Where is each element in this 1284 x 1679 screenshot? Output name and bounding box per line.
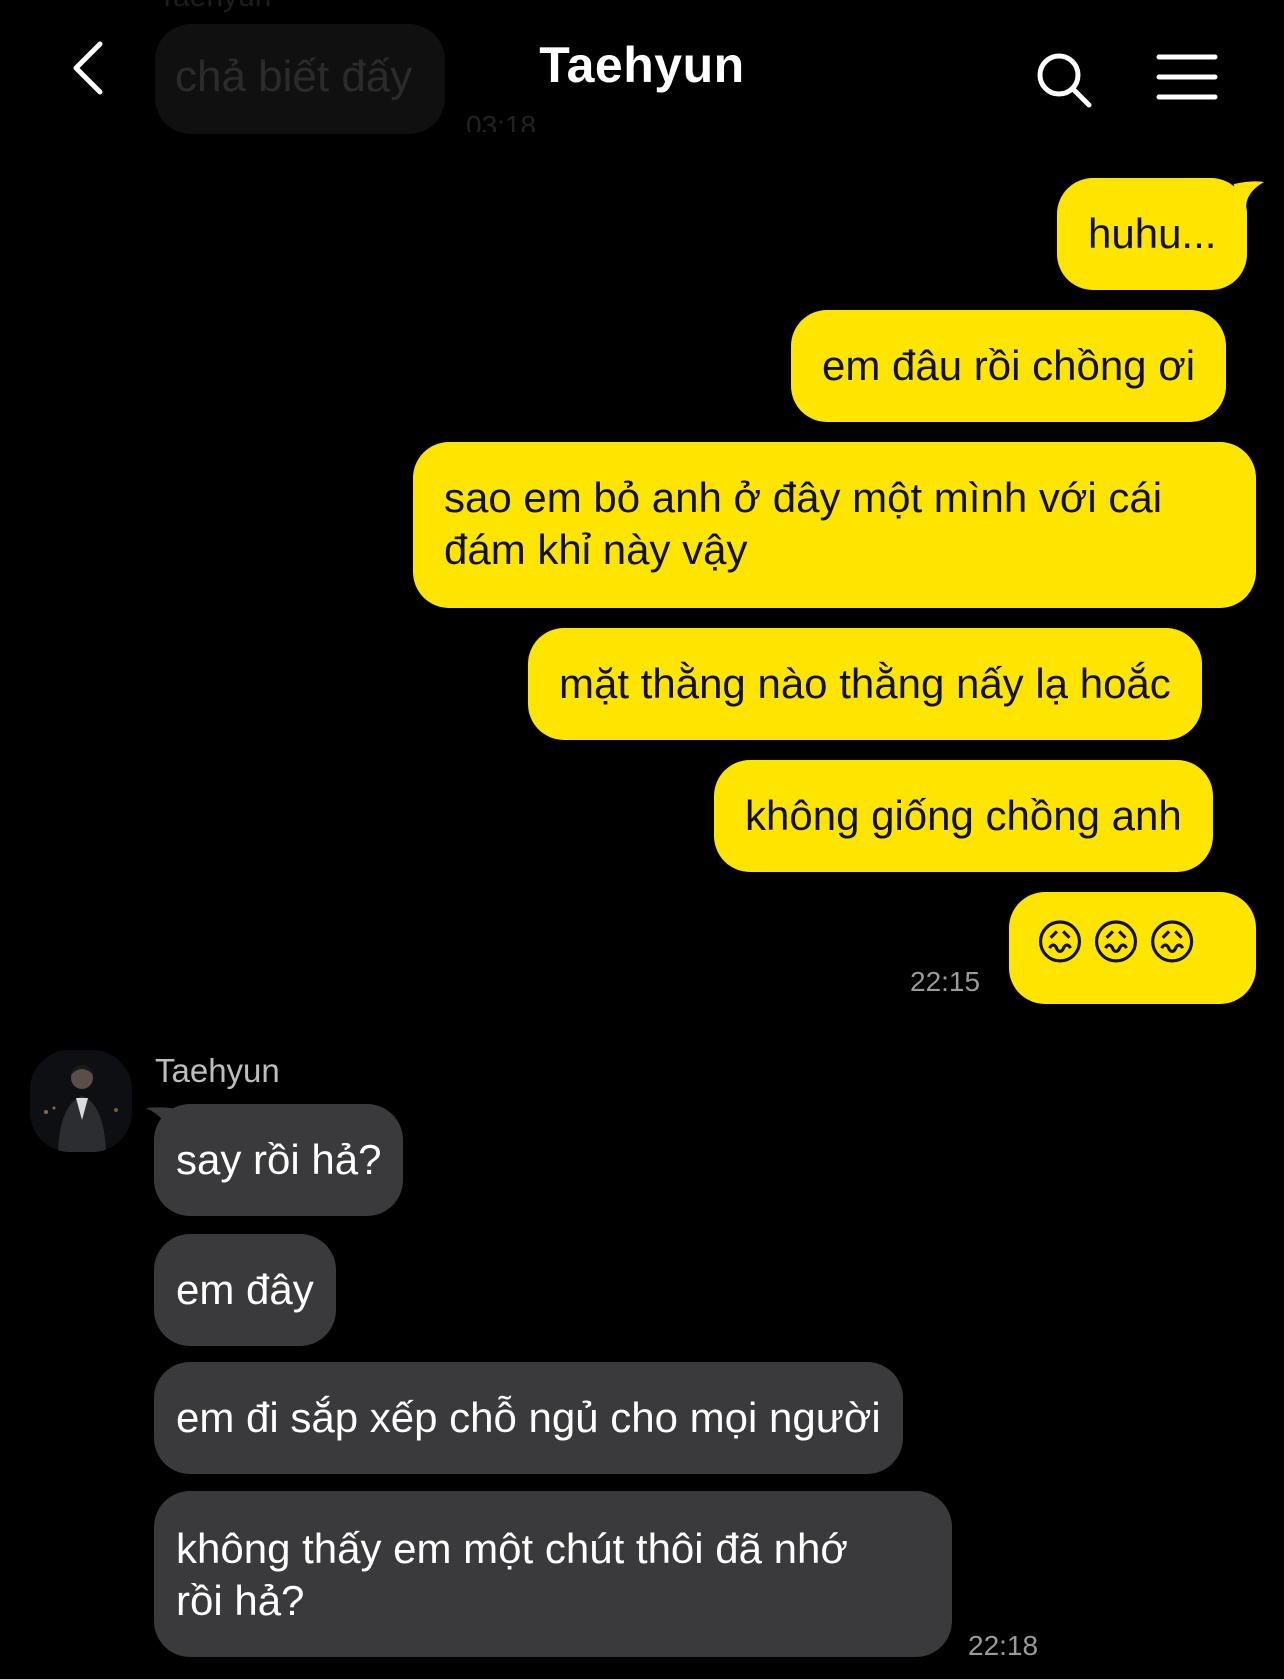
sender-name: Taehyun (155, 1052, 280, 1089)
outgoing-message[interactable]: huhu... (1057, 178, 1248, 290)
menu-icon[interactable] (1156, 52, 1218, 102)
message-text-line: rồi hả? (176, 1577, 305, 1624)
message-text: say rồi hả? (176, 1136, 382, 1183)
incoming-message[interactable]: say rồi hả? (154, 1104, 404, 1216)
message-text: không giống chồng anh (745, 792, 1182, 839)
incoming-message[interactable]: không thấy em một chút thôi đã nhớ rồi h… (154, 1491, 952, 1657)
avatar[interactable] (30, 1050, 132, 1152)
message-text-line: đám khỉ này vậy (444, 526, 748, 573)
avatar-photo (30, 1050, 132, 1152)
emoji-message: 😖😖😖 (1035, 917, 1204, 970)
message-text-line: không thấy em một chút thôi đã nhớ (176, 1525, 848, 1572)
outgoing-message[interactable]: 😖😖😖 (1009, 892, 1256, 1004)
search-icon[interactable] (1034, 50, 1094, 110)
incoming-timestamp: 22:18 (968, 1630, 1039, 1661)
message-text: em đây (176, 1266, 314, 1313)
incoming-message[interactable]: em đi sắp xếp chỗ ngủ cho mọi người (154, 1362, 903, 1474)
message-text: huhu... (1088, 210, 1217, 257)
chat-screen: Taehyun chả biết đấy 03:18 Taehyun huhu.… (0, 0, 1284, 1679)
message-text: mặt thằng nào thằng nấy lạ hoắc (559, 660, 1171, 707)
outgoing-message[interactable]: mặt thằng nào thằng nấy lạ hoắc (528, 628, 1202, 740)
message-text: em đâu rồi chồng ơi (822, 342, 1196, 389)
outgoing-message[interactable]: không giống chồng anh (714, 760, 1213, 872)
chat-header: Taehyun (0, 0, 1284, 140)
incoming-message[interactable]: em đây (154, 1234, 336, 1346)
outgoing-message[interactable]: em đâu rồi chồng ơi (791, 310, 1227, 422)
outgoing-message[interactable]: sao em bỏ anh ở đây một mình với cái đám… (413, 442, 1256, 608)
message-text: em đi sắp xếp chỗ ngủ cho mọi người (176, 1394, 881, 1441)
message-text-line: sao em bỏ anh ở đây một mình với cái (444, 474, 1163, 521)
outgoing-timestamp: 22:15 (910, 966, 981, 997)
